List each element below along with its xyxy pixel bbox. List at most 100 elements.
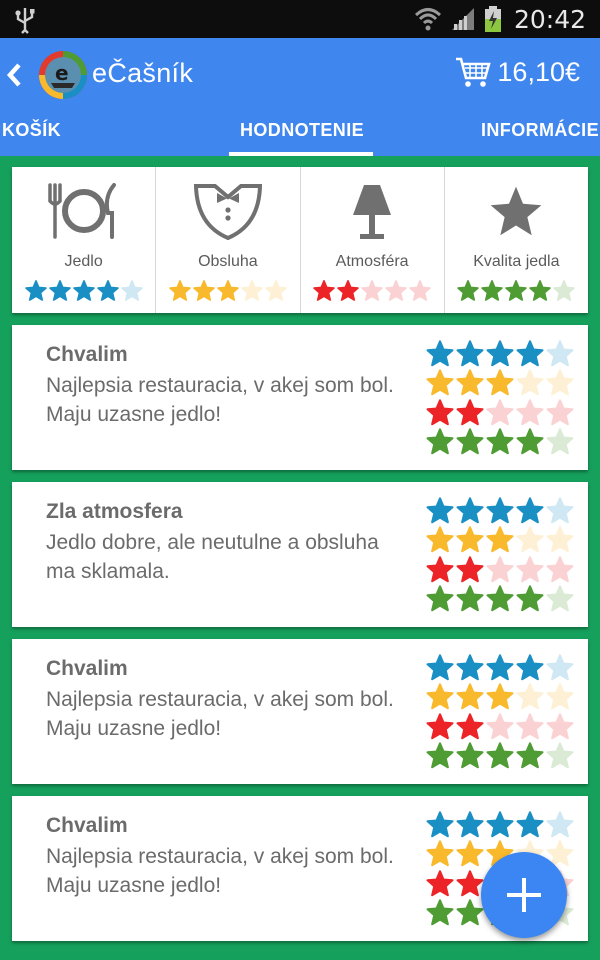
rating-row-quality	[425, 428, 575, 458]
star-empty-icon	[546, 654, 574, 680]
star-filled-icon	[426, 369, 454, 396]
star-filled-icon	[426, 683, 454, 710]
star-filled-icon	[456, 340, 484, 366]
star-filled-icon	[529, 280, 552, 301]
star-empty-icon	[546, 585, 574, 612]
rating-row-atmosphere	[425, 398, 575, 428]
category-stars	[301, 279, 444, 303]
waiter-tuxedo-icon	[193, 184, 262, 241]
review-title: Chvalim	[46, 814, 128, 837]
star-filled-icon	[217, 280, 239, 301]
review-ratings	[425, 339, 575, 457]
review-text: Najlepsia restauracia, v akej som bol. M…	[46, 845, 394, 897]
category-label: Kvalita jedla	[473, 253, 560, 270]
review-ratings	[425, 653, 575, 771]
category-label: Atmosféra	[335, 253, 409, 270]
star-empty-icon	[546, 811, 574, 837]
star-filled-icon	[456, 654, 484, 680]
star-empty-icon	[486, 556, 514, 582]
app-bar: e eČašník 16,10€ KOŠÍK HODNOTENIE INFORM…	[0, 38, 600, 156]
star-filled-icon	[456, 369, 484, 396]
star-filled-icon	[456, 497, 484, 523]
review-card[interactable]: Chvalim Najlepsia restauracia, v akej so…	[12, 639, 588, 784]
star-filled-icon	[313, 280, 335, 301]
plate-cutlery-icon	[47, 183, 116, 239]
cart-summary[interactable]: 16,10€	[455, 56, 580, 88]
category-atmosfera: Atmosféra	[301, 167, 445, 313]
star-filled-icon	[337, 280, 359, 301]
add-review-button[interactable]	[481, 852, 567, 938]
app-logo[interactable]: e	[38, 50, 88, 100]
tab-indicator	[229, 152, 373, 156]
star-empty-icon	[546, 683, 574, 710]
cart-total: 16,10€	[497, 56, 580, 87]
star-filled-icon	[486, 526, 514, 553]
star-empty-icon	[516, 526, 544, 553]
wifi-icon	[414, 8, 441, 31]
star-empty-icon	[546, 713, 574, 739]
star-filled-icon	[486, 369, 514, 396]
star-filled-icon	[72, 280, 95, 301]
star-filled-icon	[486, 654, 514, 680]
star-filled-icon	[486, 742, 514, 769]
star-filled-icon	[456, 399, 484, 425]
rating-row-atmosphere	[425, 712, 575, 742]
star-filled-icon	[456, 683, 484, 710]
rating-row-service	[425, 683, 575, 713]
tab-hodnotenie[interactable]: HODNOTENIE	[240, 120, 364, 141]
star-empty-icon	[546, 497, 574, 523]
rating-row-quality	[425, 742, 575, 772]
star-empty-icon	[546, 742, 574, 769]
star-filled-icon	[456, 556, 484, 582]
star-empty-icon	[546, 556, 574, 582]
star-filled-icon	[426, 526, 454, 553]
star-filled-icon	[505, 280, 528, 301]
rating-row-food	[425, 496, 575, 526]
star-filled-icon	[456, 713, 484, 739]
review-card[interactable]: Zla atmosfera Jedlo dobre, ale neutulne …	[12, 482, 588, 627]
svg-text:e: e	[55, 61, 69, 85]
tab-kosik[interactable]: KOŠÍK	[2, 120, 61, 141]
rating-row-food	[425, 339, 575, 369]
star-empty-icon	[385, 280, 407, 301]
star-empty-icon	[546, 526, 574, 553]
star-filled-icon	[426, 428, 454, 455]
star-filled-icon	[516, 497, 544, 523]
star-filled-icon	[426, 585, 454, 612]
rating-row-food	[425, 653, 575, 683]
star-filled-icon	[96, 280, 119, 301]
category-kvalita-jedla: Kvalita jedla	[445, 167, 588, 313]
review-text: Najlepsia restauracia, v akej som bol. M…	[46, 374, 394, 426]
star-filled-icon	[48, 280, 71, 301]
category-label: Obsluha	[198, 253, 258, 270]
star-filled-icon	[486, 428, 514, 455]
star-filled-icon	[426, 713, 454, 739]
star-empty-icon	[546, 428, 574, 455]
star-filled-icon	[516, 654, 544, 680]
status-bar: 20:42	[0, 0, 600, 38]
category-stars	[445, 279, 588, 303]
lamp-icon	[353, 185, 392, 239]
star-empty-icon	[516, 399, 544, 425]
review-text: Najlepsia restauracia, v akej som bol. M…	[46, 688, 394, 740]
category-stars	[12, 279, 155, 303]
star-filled-icon	[426, 497, 454, 523]
review-title: Zla atmosfera	[46, 500, 183, 523]
tab-informacie[interactable]: INFORMÁCIE	[481, 120, 599, 141]
star-filled-icon	[456, 585, 484, 612]
star-empty-icon	[409, 280, 431, 301]
star-filled-icon	[486, 497, 514, 523]
star-empty-icon	[516, 556, 544, 582]
review-title: Chvalim	[46, 343, 128, 366]
star-filled-icon	[456, 899, 484, 926]
star-filled-icon	[426, 840, 454, 867]
rating-row-atmosphere	[425, 555, 575, 585]
star-empty-icon	[516, 369, 544, 396]
star-filled-icon	[426, 870, 454, 896]
review-card[interactable]: Chvalim Najlepsia restauracia, v akej so…	[12, 325, 588, 470]
star-filled-icon	[486, 340, 514, 366]
battery-charging-icon	[484, 6, 501, 32]
star-empty-icon	[546, 369, 574, 396]
back-chevron-icon[interactable]	[4, 60, 24, 90]
star-filled-icon	[169, 280, 191, 301]
